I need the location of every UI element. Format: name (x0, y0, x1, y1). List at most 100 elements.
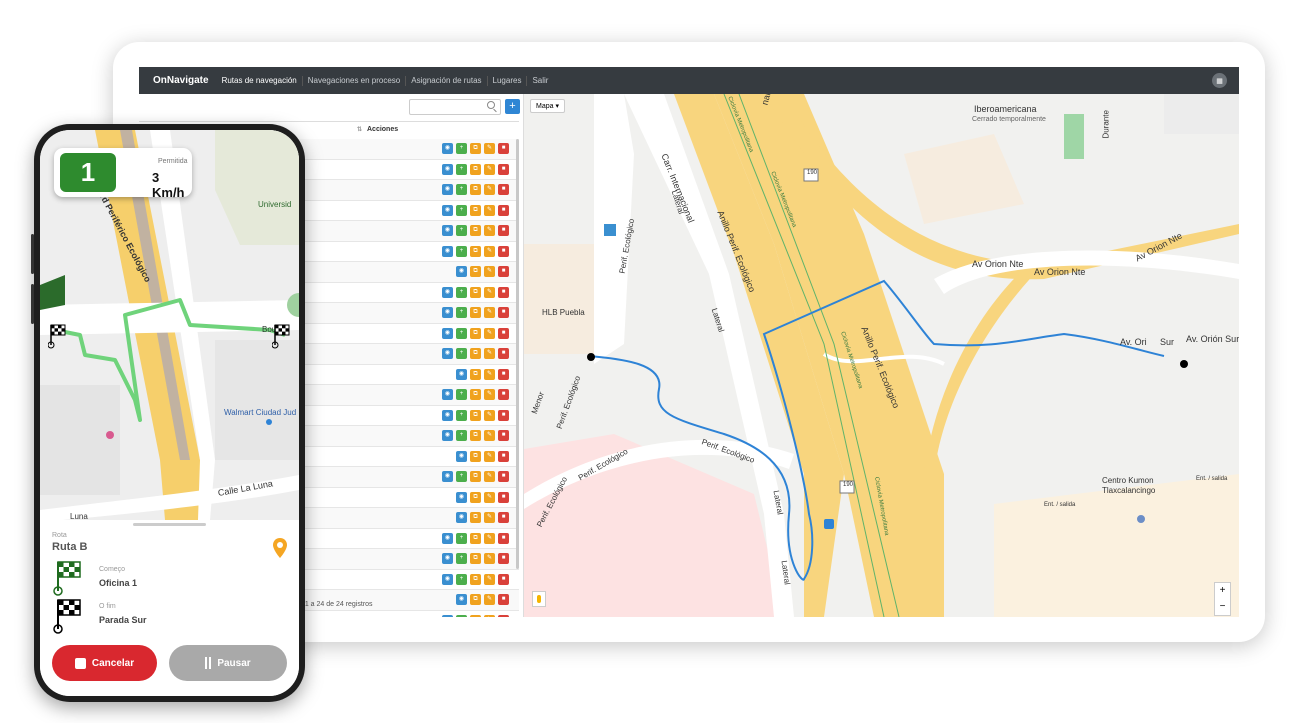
add-button[interactable]: + (456, 614, 467, 617)
edit-button[interactable]: ✎ (484, 614, 495, 617)
delete-button[interactable]: ■ (498, 245, 509, 257)
delete-button[interactable]: ■ (498, 450, 509, 462)
view-button[interactable]: ◉ (442, 327, 453, 339)
edit-button[interactable]: ✎ (484, 450, 495, 462)
view-button[interactable]: ◉ (442, 430, 453, 441)
add-button[interactable]: + (456, 430, 467, 441)
delete-button[interactable]: ■ (498, 184, 509, 195)
zoom-out-button[interactable]: − (1215, 599, 1230, 615)
view-button[interactable]: ◉ (442, 184, 453, 195)
delete-button[interactable]: ■ (498, 471, 509, 482)
delete-button[interactable]: ■ (498, 614, 509, 617)
view-button[interactable]: ◉ (442, 225, 453, 236)
delete-button[interactable]: ■ (498, 266, 509, 277)
delete-button[interactable]: ■ (498, 594, 509, 605)
edit-button[interactable]: ✎ (484, 430, 495, 441)
edit-button[interactable]: ✎ (484, 307, 495, 318)
view-button[interactable]: ◉ (456, 266, 467, 277)
delete-button[interactable]: ■ (498, 225, 509, 236)
view-button[interactable]: ◉ (456, 594, 467, 605)
view-button[interactable]: ◉ (442, 573, 453, 585)
edit-button[interactable]: ✎ (484, 512, 495, 523)
edit-button[interactable]: ✎ (484, 491, 495, 503)
view-button[interactable]: ◉ (442, 553, 453, 564)
edit-button[interactable]: ✎ (484, 327, 495, 339)
view-button[interactable]: ◉ (442, 204, 453, 216)
view-button[interactable]: ◉ (456, 512, 467, 523)
add-button[interactable]: + (456, 286, 467, 298)
edit-button[interactable]: ✎ (484, 553, 495, 564)
edit-button[interactable]: ✎ (484, 184, 495, 195)
copy-button[interactable]: ⧉ (470, 409, 481, 421)
copy-button[interactable]: ⧉ (470, 573, 481, 585)
cancel-button[interactable]: Cancelar (52, 645, 157, 681)
add-button[interactable]: + (456, 409, 467, 421)
delete-button[interactable]: ■ (498, 430, 509, 441)
sort-icon[interactable]: ⇅ (357, 126, 362, 133)
zoom-in-button[interactable]: + (1215, 583, 1230, 599)
add-button[interactable]: + (456, 389, 467, 400)
view-button[interactable]: ◉ (442, 163, 453, 175)
nav-asignacion[interactable]: Asignación de rutas (405, 75, 486, 86)
delete-button[interactable]: ■ (498, 409, 509, 421)
copy-button[interactable]: ⧉ (470, 307, 481, 318)
edit-button[interactable]: ✎ (484, 245, 495, 257)
nav-lugares[interactable]: Lugares (486, 75, 527, 86)
copy-button[interactable]: ⧉ (470, 491, 481, 503)
edit-button[interactable]: ✎ (484, 348, 495, 359)
add-button[interactable]: + (456, 553, 467, 564)
brand-logo[interactable]: OnNavigate (139, 75, 217, 86)
edit-button[interactable]: ✎ (484, 409, 495, 421)
view-button[interactable]: ◉ (442, 532, 453, 544)
copy-button[interactable]: ⧉ (470, 204, 481, 216)
delete-button[interactable]: ■ (498, 368, 509, 380)
edit-button[interactable]: ✎ (484, 594, 495, 605)
copy-button[interactable]: ⧉ (470, 471, 481, 482)
delete-button[interactable]: ■ (498, 573, 509, 585)
add-button[interactable]: + (456, 573, 467, 585)
add-button[interactable]: + (456, 348, 467, 359)
copy-button[interactable]: ⧉ (470, 143, 481, 154)
delete-button[interactable]: ■ (498, 143, 509, 154)
view-button[interactable]: ◉ (442, 614, 453, 617)
delete-button[interactable]: ■ (498, 327, 509, 339)
view-button[interactable]: ◉ (442, 143, 453, 154)
edit-button[interactable]: ✎ (484, 532, 495, 544)
edit-button[interactable]: ✎ (484, 225, 495, 236)
edit-button[interactable]: ✎ (484, 368, 495, 380)
view-button[interactable]: ◉ (442, 307, 453, 318)
copy-button[interactable]: ⧉ (470, 348, 481, 359)
sheet-handle[interactable] (133, 523, 206, 526)
copy-button[interactable]: ⧉ (470, 532, 481, 544)
delete-button[interactable]: ■ (498, 286, 509, 298)
view-button[interactable]: ◉ (442, 245, 453, 257)
view-button[interactable]: ◉ (442, 286, 453, 298)
delete-button[interactable]: ■ (498, 512, 509, 523)
add-button[interactable]: + (456, 471, 467, 482)
copy-button[interactable]: ⧉ (470, 430, 481, 441)
view-button[interactable]: ◉ (442, 409, 453, 421)
edit-button[interactable]: ✎ (484, 204, 495, 216)
menu-icon[interactable]: ▦ (1212, 73, 1227, 88)
delete-button[interactable]: ■ (498, 204, 509, 216)
delete-button[interactable]: ■ (498, 307, 509, 318)
copy-button[interactable]: ⧉ (470, 594, 481, 605)
copy-button[interactable]: ⧉ (470, 512, 481, 523)
edit-button[interactable]: ✎ (484, 143, 495, 154)
edit-button[interactable]: ✎ (484, 573, 495, 585)
delete-button[interactable]: ■ (498, 553, 509, 564)
delete-button[interactable]: ■ (498, 532, 509, 544)
scrollbar[interactable] (516, 139, 519, 569)
edit-button[interactable]: ✎ (484, 471, 495, 482)
copy-button[interactable]: ⧉ (470, 368, 481, 380)
view-button[interactable]: ◉ (442, 348, 453, 359)
edit-button[interactable]: ✎ (484, 266, 495, 277)
copy-button[interactable]: ⧉ (470, 286, 481, 298)
delete-button[interactable]: ■ (498, 389, 509, 400)
nav-navegaciones[interactable]: Navegaciones en proceso (301, 75, 406, 86)
copy-button[interactable]: ⧉ (470, 184, 481, 195)
view-button[interactable]: ◉ (456, 450, 467, 462)
view-button[interactable]: ◉ (442, 471, 453, 482)
add-button[interactable]: + (456, 307, 467, 318)
edit-button[interactable]: ✎ (484, 163, 495, 175)
